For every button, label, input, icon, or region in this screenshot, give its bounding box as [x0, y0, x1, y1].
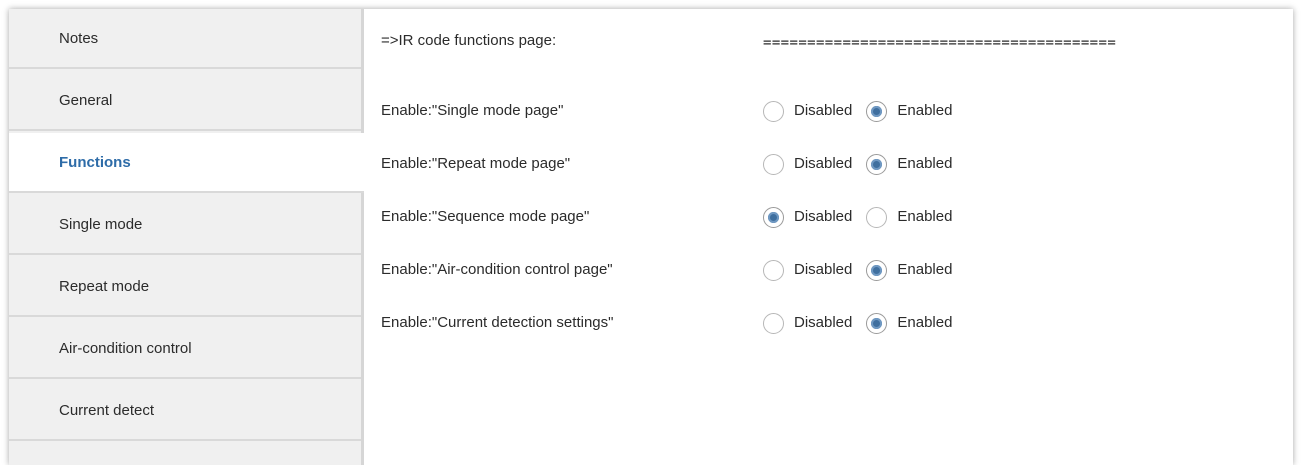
radio-circle-icon[interactable]	[763, 259, 784, 281]
radio-label: Enabled	[897, 261, 953, 278]
setting-label: Enable:"Air-condition control page"	[381, 261, 613, 278]
setting-label: Enable:"Sequence mode page"	[381, 208, 590, 225]
sidebar-item-functions[interactable]: Functions	[9, 133, 364, 193]
radio-disabled-repeat-mode[interactable]: Disabled	[763, 150, 852, 178]
setting-row-repeat-mode: Enable:"Repeat mode page" Disabled Enabl…	[381, 150, 1281, 178]
radio-checked-icon[interactable]	[763, 206, 784, 228]
radio-disabled-current-detection[interactable]: Disabled	[763, 309, 852, 337]
sidebar-item-empty	[9, 443, 361, 465]
radio-enabled-repeat-mode[interactable]: Enabled	[866, 150, 952, 178]
section-header-label: =>IR code functions page:	[381, 32, 557, 49]
radio-checked-icon[interactable]	[866, 153, 888, 175]
radio-checked-icon[interactable]	[866, 312, 888, 334]
radio-disabled-sequence-mode[interactable]: Disabled	[763, 203, 852, 231]
sidebar-item-single-mode[interactable]: Single mode	[9, 195, 361, 255]
sidebar-item-repeat-mode[interactable]: Repeat mode	[9, 257, 361, 317]
radio-group-sequence-mode: Disabled Enabled	[763, 203, 966, 231]
radio-enabled-air-condition-control[interactable]: Enabled	[866, 256, 952, 284]
radio-circle-icon[interactable]	[763, 153, 784, 175]
section-header-row: =>IR code functions page: ==============…	[381, 27, 1281, 81]
setting-row-air-condition-control: Enable:"Air-condition control page" Disa…	[381, 256, 1281, 284]
section-separator-value: ========================================	[763, 35, 1117, 51]
radio-label: Disabled	[794, 261, 853, 278]
radio-group-repeat-mode: Disabled Enabled	[763, 150, 966, 178]
radio-enabled-current-detection[interactable]: Enabled	[866, 309, 952, 337]
radio-label: Enabled	[897, 155, 953, 172]
radio-checked-icon[interactable]	[866, 100, 888, 122]
setting-row-single-mode: Enable:"Single mode page" Disabled Enabl…	[381, 97, 1281, 125]
app-window: Notes General Functions Single mode Repe…	[9, 9, 1293, 465]
sidebar: Notes General Functions Single mode Repe…	[9, 9, 364, 465]
radio-disabled-single-mode[interactable]: Disabled	[763, 97, 852, 125]
sidebar-item-notes[interactable]: Notes	[9, 9, 361, 69]
radio-label: Enabled	[897, 314, 953, 331]
setting-row-sequence-mode: Enable:"Sequence mode page" Disabled Ena…	[381, 203, 1281, 231]
setting-label: Enable:"Repeat mode page"	[381, 155, 571, 172]
radio-label: Enabled	[897, 102, 953, 119]
content-panel: =>IR code functions page: ==============…	[364, 9, 1293, 465]
radio-circle-icon[interactable]	[763, 312, 784, 334]
radio-group-current-detection: Disabled Enabled	[763, 309, 966, 337]
radio-checked-icon[interactable]	[866, 259, 888, 281]
radio-label: Disabled	[794, 102, 853, 119]
radio-disabled-air-condition-control[interactable]: Disabled	[763, 256, 852, 284]
radio-label: Enabled	[897, 208, 953, 225]
setting-label: Enable:"Current detection settings"	[381, 314, 614, 331]
radio-group-single-mode: Disabled Enabled	[763, 97, 966, 125]
setting-label: Enable:"Single mode page"	[381, 102, 564, 119]
sidebar-item-general[interactable]: General	[9, 71, 361, 131]
radio-enabled-single-mode[interactable]: Enabled	[866, 97, 952, 125]
radio-label: Disabled	[794, 155, 853, 172]
setting-row-current-detection: Enable:"Current detection settings" Disa…	[381, 309, 1281, 337]
sidebar-item-air-condition-control[interactable]: Air-condition control	[9, 319, 361, 379]
radio-enabled-sequence-mode[interactable]: Enabled	[866, 203, 952, 231]
radio-group-air-condition-control: Disabled Enabled	[763, 256, 966, 284]
radio-label: Disabled	[794, 208, 853, 225]
radio-circle-icon[interactable]	[866, 206, 888, 228]
radio-label: Disabled	[794, 314, 853, 331]
sidebar-item-current-detect[interactable]: Current detect	[9, 381, 361, 441]
radio-circle-icon[interactable]	[763, 100, 784, 122]
